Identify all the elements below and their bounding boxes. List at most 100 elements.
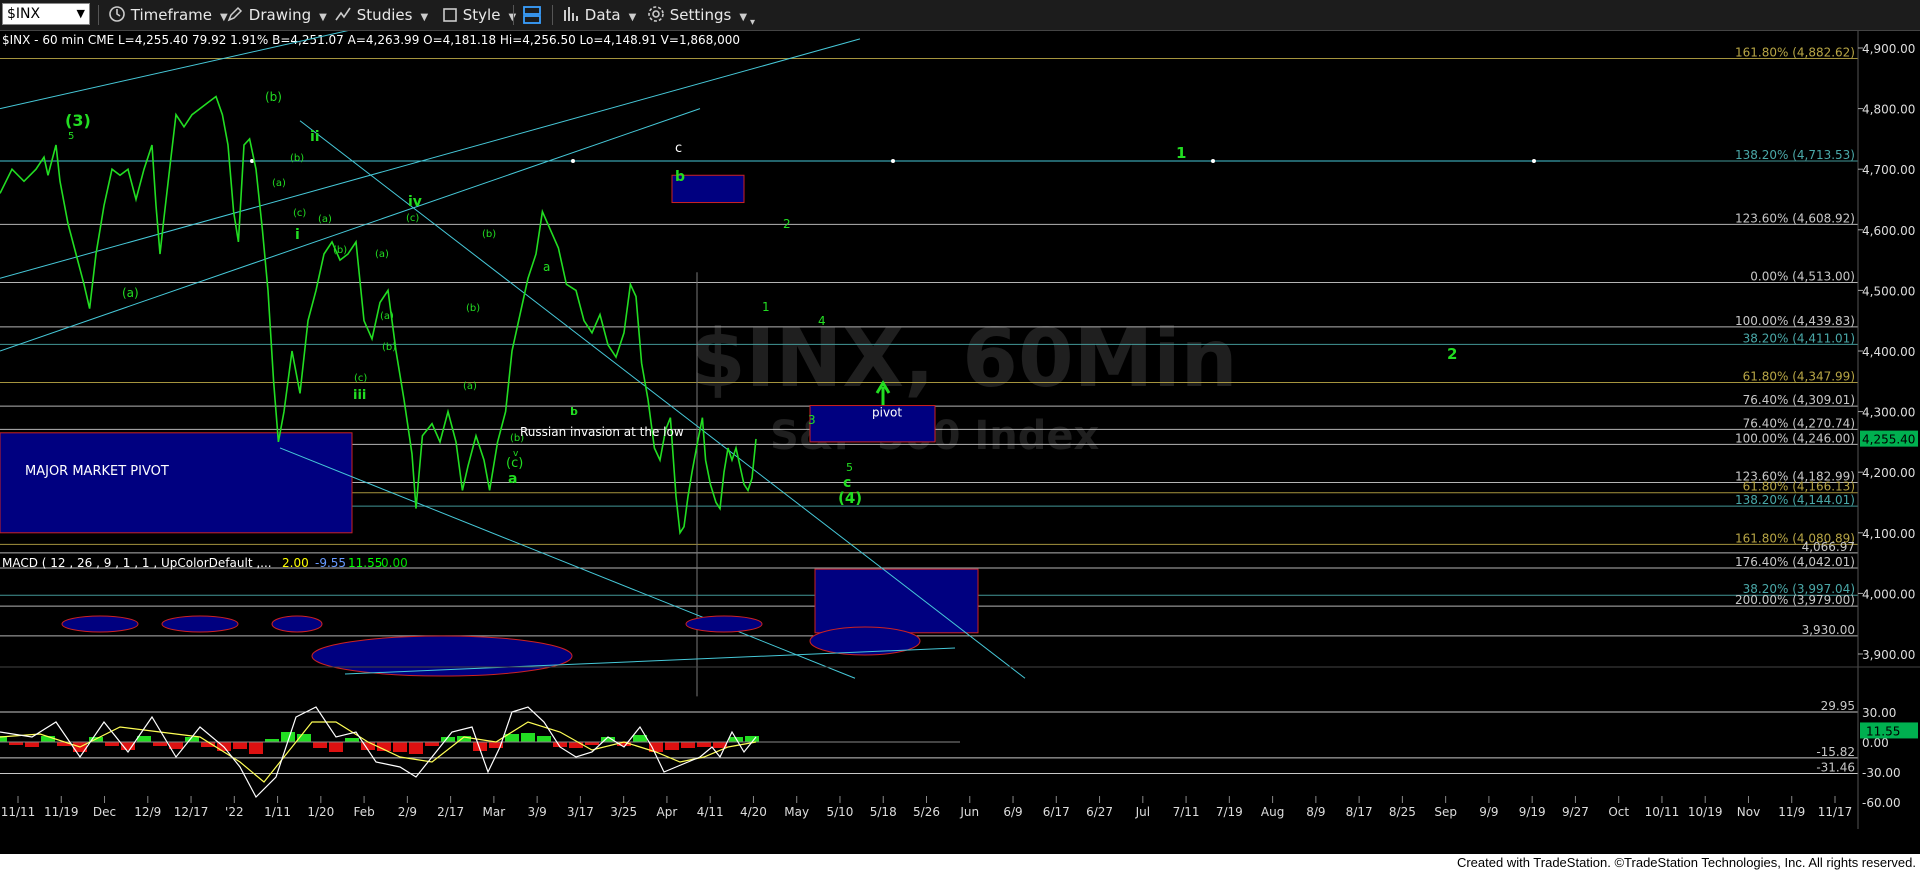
footer-credit: Created with TradeStation. ©TradeStation… [1456, 855, 1916, 870]
macd-histogram-bar [681, 742, 695, 748]
macd-y-tick-label: 30.00 [1862, 706, 1896, 720]
wave-label: (3) [65, 111, 91, 130]
x-tick-label: 9/27 [1562, 805, 1589, 819]
macd-legend-value: 11.55 [348, 556, 382, 570]
x-tick-label: May [784, 805, 809, 819]
x-tick-label: Aug [1261, 805, 1284, 819]
wave-label: i [295, 227, 300, 243]
x-tick-label: Mar [483, 805, 506, 819]
fib-label: 38.20% (4,411.01) [1743, 331, 1855, 345]
anchor-dot [571, 159, 575, 164]
x-tick-label: 9/19 [1519, 805, 1546, 819]
watermark-symbol: $INX, 60Min [690, 312, 1238, 405]
macd-reference-label: -31.46 [1816, 760, 1855, 774]
macd-histogram-bar [249, 742, 263, 754]
x-tick-label: 2/9 [398, 805, 417, 819]
bar-chart-icon [564, 7, 578, 21]
fib-label: 76.40% (4,309.01) [1743, 393, 1855, 407]
wave-label: 5 [68, 131, 74, 142]
anchor-dot [1532, 159, 1536, 164]
studies-menu[interactable]: Studies ▼ [334, 5, 428, 25]
x-tick-label: Dec [93, 805, 116, 819]
y-tick-label: 4,300.00 [1862, 406, 1915, 420]
wave-label: v [513, 449, 519, 459]
timeframe-label: Timeframe [130, 6, 212, 24]
macd-title: MACD ( 12 , 26 , 9 , 1 , 1 , UpColorDefa… [2, 556, 272, 570]
wave-label: (c) [406, 213, 419, 224]
settings-menu[interactable]: Settings ▼ [647, 5, 747, 25]
layout-icon [523, 6, 541, 24]
fib-label: 138.20% (4,713.53) [1735, 148, 1855, 162]
divergence-ellipse [271, 615, 323, 633]
x-tick-label: 8/9 [1306, 805, 1325, 819]
x-tick-label: 6/9 [1003, 805, 1022, 819]
toolbar-overflow-icon[interactable]: ▾ [742, 10, 755, 30]
fib-label: 138.20% (4,144.01) [1735, 493, 1855, 507]
x-tick-label: 5/10 [826, 805, 853, 819]
wave-label: (b) [482, 229, 496, 240]
style-menu[interactable]: Style▼ [442, 5, 516, 25]
wave-label: (b) [382, 342, 396, 353]
x-tick-label: 7/19 [1216, 805, 1243, 819]
macd-histogram-bar [537, 736, 551, 742]
macd-histogram-bar [345, 738, 359, 742]
y-tick-label: 4,900.00 [1862, 42, 1915, 56]
drawing-label: Drawing [248, 6, 312, 24]
studies-label: Studies [356, 6, 413, 24]
macd-histogram-bar [521, 733, 535, 742]
macd-legend-value: -9.55 [315, 556, 346, 570]
x-tick-label: 6/17 [1043, 805, 1070, 819]
wave-label: (a) [463, 381, 477, 392]
y-tick-label: 4,100.00 [1862, 527, 1915, 541]
macd-reference-label: -15.82 [1816, 745, 1855, 759]
wave-label: 5 [846, 461, 853, 474]
y-tick-label: 4,700.00 [1862, 163, 1915, 177]
x-tick-label: 3/17 [567, 805, 594, 819]
x-tick-label: 6/27 [1086, 805, 1113, 819]
wave-label: (a) [375, 249, 389, 260]
macd-legend-value: 2.00 [282, 556, 309, 570]
timeframe-menu[interactable]: Timeframe ▼ [108, 5, 228, 25]
symbol-input[interactable]: $INX ▼ [2, 3, 90, 25]
data-menu[interactable]: Data ▼ [562, 5, 636, 25]
x-tick-label: 11/11 [1, 805, 36, 819]
x-tick-label: Feb [353, 805, 374, 819]
macd-histogram-bar [329, 742, 343, 752]
wave-label: (b) [333, 245, 347, 256]
x-tick-label: Apr [657, 805, 678, 819]
toolbar-separator [98, 5, 99, 25]
x-tick-label: 3/25 [610, 805, 637, 819]
macd-reference-label: 29.95 [1821, 699, 1855, 713]
macd-histogram-bar [569, 742, 583, 748]
macd-histogram-bar [153, 742, 167, 746]
style-icon [443, 8, 457, 22]
macd-histogram-bar [425, 742, 439, 746]
fib-label: 176.40% (4,042.01) [1735, 555, 1855, 569]
x-tick-label: 2/17 [437, 805, 464, 819]
chevron-down-icon[interactable]: ▼ [77, 4, 85, 24]
macd-histogram-bar [697, 742, 711, 747]
data-label: Data [584, 6, 621, 24]
style-label: Style [462, 6, 501, 24]
x-tick-label: 7/11 [1173, 805, 1200, 819]
macd-histogram-bar [665, 742, 679, 750]
layout-button[interactable] [522, 5, 542, 25]
macd-y-tick-label: -60.00 [1862, 796, 1901, 810]
divergence-ellipse [61, 615, 139, 633]
wave-label: (a) [380, 311, 394, 322]
chart-area[interactable]: $INX, 60MinS&P 500 Index $INX - 60 min C… [0, 31, 1920, 854]
y-tick-label: 4,800.00 [1862, 103, 1915, 117]
footer: Created with TradeStation. ©TradeStation… [0, 854, 1920, 875]
y-tick-label: 4,500.00 [1862, 284, 1915, 298]
drawing-menu[interactable]: Drawing ▼ [226, 5, 327, 25]
wave-label: b [675, 169, 685, 185]
y-tick-label: 3,900.00 [1862, 648, 1915, 662]
fib-label: 161.80% (4,882.62) [1735, 46, 1855, 60]
major-market-pivot-label: MAJOR MARKET PIVOT [25, 464, 169, 479]
caret-icon: ▼ [628, 12, 637, 23]
x-tick-label: 10/11 [1645, 805, 1680, 819]
wave-label: 1 [1176, 144, 1186, 162]
settings-label: Settings [669, 6, 732, 24]
divergence-ellipse [685, 615, 763, 633]
pivot-label: pivot [872, 405, 902, 419]
